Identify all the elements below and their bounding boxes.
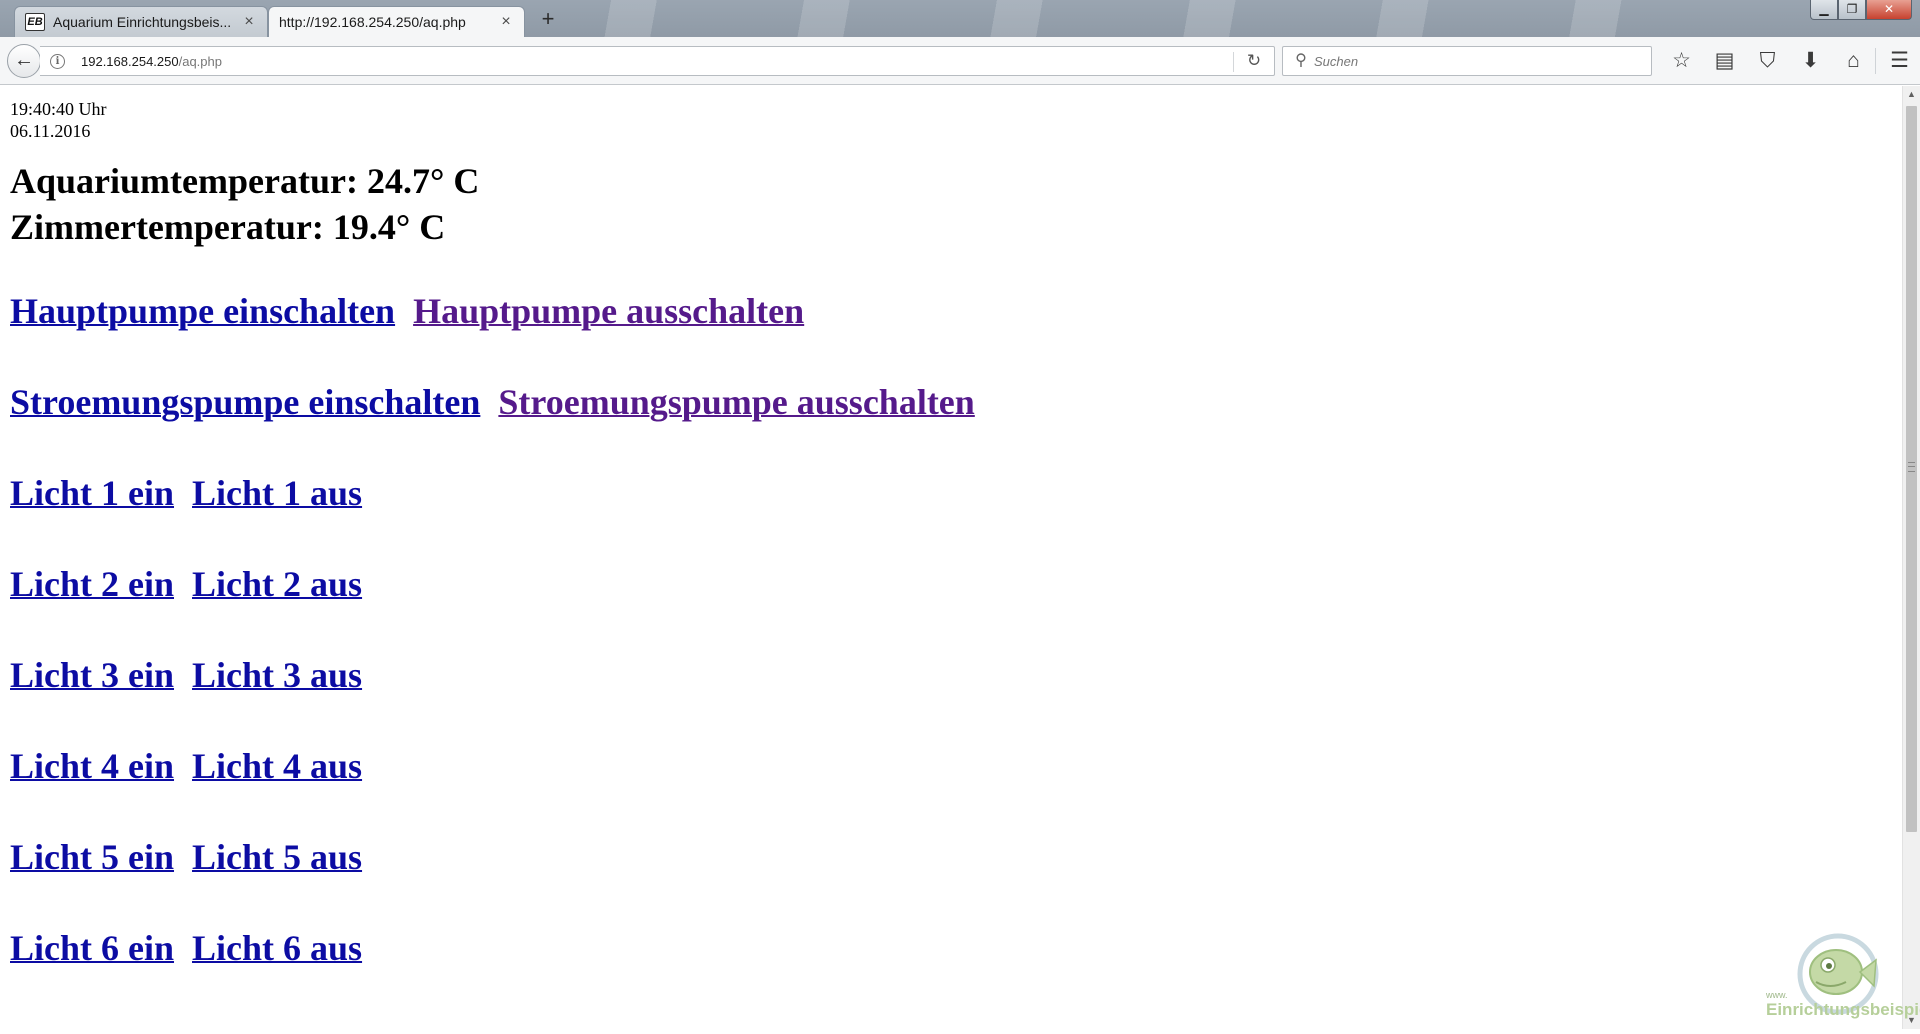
url-path: /aq.php <box>178 54 222 69</box>
new-tab-plus-icon[interactable]: + <box>535 6 561 32</box>
search-input[interactable]: Suchen <box>1314 54 1358 69</box>
flow-pump-on-link[interactable]: Stroemungspumpe einschalten <box>10 382 480 422</box>
aquarium-temperature: Aquariumtemperatur: 24.7° C <box>10 161 480 201</box>
tab-label: Aquarium Einrichtungsbeis... <box>53 14 232 30</box>
control-row-main-pump: Hauptpumpe einschalten Hauptpumpe aussch… <box>10 290 1892 332</box>
close-tab-icon[interactable]: × <box>498 13 514 31</box>
toolbar-icons: ☆ ▤ ⛉ ⬇ ⌂ ☰ <box>1660 46 1920 76</box>
light-6-on-link[interactable]: Licht 6 ein <box>10 928 174 968</box>
light-5-off-link[interactable]: Licht 5 aus <box>192 837 362 877</box>
hamburger-menu-icon[interactable]: ☰ <box>1878 46 1920 76</box>
info-icon[interactable]: i <box>50 54 65 69</box>
control-row-light-6: Licht 6 ein Licht 6 aus <box>10 927 1892 969</box>
back-arrow-icon[interactable]: ← <box>7 44 41 78</box>
toolbar-separator <box>1875 48 1876 74</box>
control-row-light-1: Licht 1 ein Licht 1 aus <box>10 472 1892 514</box>
page-viewport: 19:40:40 Uhr 06.11.2016 Aquariumtemperat… <box>0 86 1902 1029</box>
scroll-up-arrow-icon[interactable]: ▲ <box>1903 86 1920 103</box>
flow-pump-off-link[interactable]: Stroemungspumpe ausschalten <box>498 382 974 422</box>
control-row-light-2: Licht 2 ein Licht 2 aus <box>10 563 1892 605</box>
download-icon[interactable]: ⬇ <box>1789 46 1832 76</box>
scroll-grip-icon <box>1908 462 1915 472</box>
light-4-on-link[interactable]: Licht 4 ein <box>10 746 174 786</box>
pocket-icon[interactable]: ⛉ <box>1746 46 1789 76</box>
address-bar[interactable]: i 192.168.254.250/aq.php ↻ <box>40 46 1275 76</box>
home-icon[interactable]: ⌂ <box>1832 46 1875 76</box>
clock: 19:40:40 Uhr 06.11.2016 <box>10 98 1892 142</box>
aquarium-control-page: 19:40:40 Uhr 06.11.2016 Aquariumtemperat… <box>0 86 1902 1029</box>
url-input[interactable]: 192.168.254.250/aq.php <box>81 54 222 69</box>
watermark-text: Einrichtungsbeispiele <box>1766 1000 1920 1019</box>
control-row-light-3: Licht 3 ein Licht 3 aus <box>10 654 1892 696</box>
room-temperature: Zimmertemperatur: 19.4° C <box>10 207 446 247</box>
einrichtungsbeispiele-watermark: www. Einrichtungsbeispiele <box>1760 932 1920 1029</box>
light-2-on-link[interactable]: Licht 2 ein <box>10 564 174 604</box>
navigation-toolbar: ← i 192.168.254.250/aq.php ↻ ⚲ Suchen ☆ … <box>0 37 1920 85</box>
tab-aquarium-einrichtungsbeispiele[interactable]: EB Aquarium Einrichtungsbeis... × <box>14 6 268 37</box>
window-controls: ▁ ❐ ✕ <box>1810 0 1912 20</box>
browser-tab-strip: EB Aquarium Einrichtungsbeis... × http:/… <box>0 0 1920 37</box>
light-3-on-link[interactable]: Licht 3 ein <box>10 655 174 695</box>
tab-label: http://192.168.254.250/aq.php <box>279 14 466 30</box>
control-links: Hauptpumpe einschalten Hauptpumpe aussch… <box>10 290 1892 969</box>
eb-favicon-icon: EB <box>25 13 45 31</box>
current-date: 06.11.2016 <box>10 121 91 141</box>
light-1-on-link[interactable]: Licht 1 ein <box>10 473 174 513</box>
main-pump-on-link[interactable]: Hauptpumpe einschalten <box>10 291 395 331</box>
main-pump-off-link[interactable]: Hauptpumpe ausschalten <box>413 291 804 331</box>
reading-list-icon[interactable]: ▤ <box>1703 46 1746 76</box>
temperatures: Aquariumtemperatur: 24.7° C Zimmertemper… <box>10 158 1892 250</box>
light-1-off-link[interactable]: Licht 1 aus <box>192 473 362 513</box>
light-2-off-link[interactable]: Licht 2 aus <box>192 564 362 604</box>
watermark-prefix: www. <box>1766 990 1788 1000</box>
window-close-icon[interactable]: ✕ <box>1866 0 1912 20</box>
light-3-off-link[interactable]: Licht 3 aus <box>192 655 362 695</box>
current-time: 19:40:40 Uhr <box>10 99 107 119</box>
control-row-light-4: Licht 4 ein Licht 4 aus <box>10 745 1892 787</box>
light-6-off-link[interactable]: Licht 6 aus <box>192 928 362 968</box>
close-tab-icon[interactable]: × <box>241 13 257 31</box>
light-4-off-link[interactable]: Licht 4 aus <box>192 746 362 786</box>
star-icon[interactable]: ☆ <box>1660 46 1703 76</box>
control-row-flow-pump: Stroemungspumpe einschalten Stroemungspu… <box>10 381 1892 423</box>
control-row-light-5: Licht 5 ein Licht 5 aus <box>10 836 1892 878</box>
vertical-scrollbar[interactable]: ▲ ▼ <box>1902 86 1920 1029</box>
url-host: 192.168.254.250 <box>81 54 179 69</box>
minimize-icon[interactable]: ▁ <box>1810 0 1838 20</box>
search-icon: ⚲ <box>1295 52 1307 69</box>
reload-icon[interactable]: ↻ <box>1242 50 1266 72</box>
tab-aq-php[interactable]: http://192.168.254.250/aq.php × <box>268 6 525 37</box>
reload-separator <box>1233 52 1234 72</box>
light-5-on-link[interactable]: Licht 5 ein <box>10 837 174 877</box>
maximize-icon[interactable]: ❐ <box>1838 0 1866 20</box>
search-bar[interactable]: ⚲ Suchen <box>1282 46 1652 76</box>
scroll-thumb[interactable] <box>1906 106 1917 832</box>
